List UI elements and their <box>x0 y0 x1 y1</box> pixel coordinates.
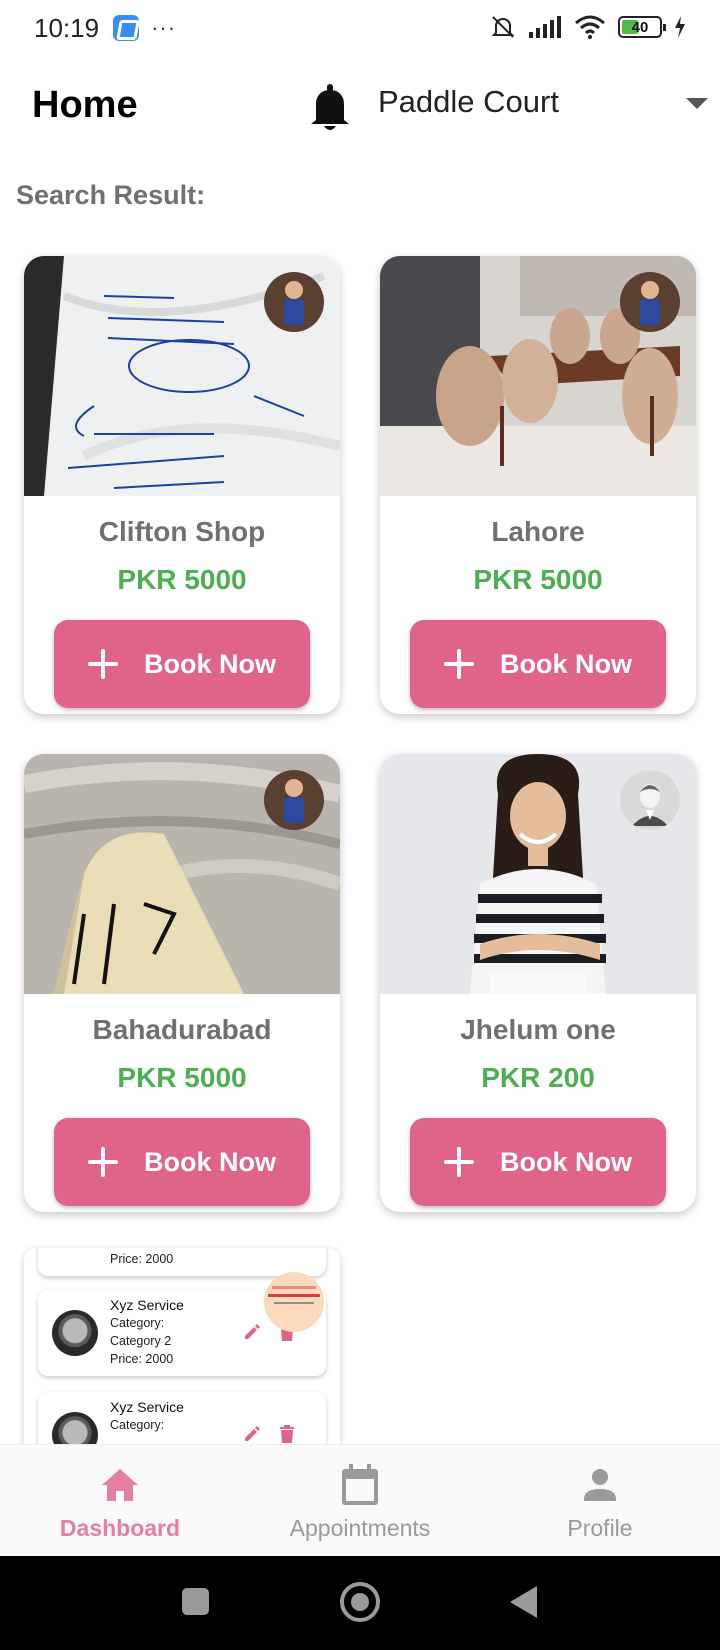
location-dropdown-value: Paddle Court <box>378 84 559 119</box>
service-thumbnail <box>52 1310 98 1356</box>
app-header: Home Paddle Court <box>0 70 720 140</box>
back-icon[interactable] <box>510 1586 537 1618</box>
owner-avatar <box>264 272 324 332</box>
muted-bell-icon <box>491 16 515 38</box>
service-thumbnail <box>52 1412 98 1444</box>
bell-icon[interactable] <box>308 82 352 132</box>
nav-item-appointments[interactable]: Appointments <box>240 1445 480 1557</box>
battery-icon: 40 <box>618 16 666 38</box>
venue-name: Bahadurabad <box>92 1014 272 1045</box>
nav-label: Profile <box>567 1515 633 1541</box>
service-category: Category 2 <box>110 1334 172 1348</box>
venue-name: Lahore <box>491 516 585 547</box>
plus-icon <box>88 1147 118 1177</box>
venue-card[interactable]: Lahore PKR 5000 Book Now <box>380 256 696 714</box>
edit-icon[interactable] <box>242 1322 262 1342</box>
service-title: Xyz Service <box>110 1297 184 1313</box>
venue-card[interactable]: Jhelum one PKR 200 Book Now <box>380 754 696 1212</box>
venue-price: PKR 5000 <box>117 564 247 595</box>
service-title: Xyz Service <box>110 1399 184 1415</box>
nav-item-dashboard[interactable]: Dashboard <box>0 1445 240 1557</box>
service-price: Price: 2000 <box>110 1252 174 1266</box>
search-result-label: Search Result: <box>16 180 206 210</box>
status-indicators: 40 <box>490 14 686 40</box>
venue-name: Jhelum one <box>460 1014 616 1045</box>
status-time: 10:19 <box>34 12 100 43</box>
owner-avatar <box>264 770 324 830</box>
book-now-button[interactable]: Book Now <box>54 1118 310 1206</box>
recent-apps-icon[interactable] <box>182 1588 209 1615</box>
plus-icon <box>444 649 474 679</box>
venue-price: PKR 200 <box>481 1062 595 1093</box>
nav-label: Dashboard <box>59 1515 181 1541</box>
venue-image-whiteboard <box>24 256 340 496</box>
venue-price: PKR 5000 <box>473 564 603 595</box>
home-button-icon[interactable] <box>340 1582 380 1622</box>
person-icon <box>584 1469 616 1501</box>
charging-icon <box>675 16 685 38</box>
venue-card[interactable]: Clifton Shop PKR 5000 Book Now <box>24 256 340 714</box>
app-notification-icon <box>113 15 140 41</box>
venue-name: Clifton Shop <box>98 516 266 547</box>
chevron-down-icon <box>686 98 708 109</box>
owner-avatar <box>264 1272 324 1332</box>
plus-icon <box>88 649 118 679</box>
service-item[interactable]: Xyz Service Category: <box>38 1392 326 1444</box>
edit-icon[interactable] <box>242 1424 262 1444</box>
plus-icon <box>444 1147 474 1177</box>
venue-card[interactable]: Bahadurabad PKR 5000 Book Now <box>24 754 340 1212</box>
owner-avatar <box>620 770 680 830</box>
book-now-label: Book Now <box>144 1146 276 1177</box>
service-item[interactable]: Price: 2000 <box>38 1248 326 1276</box>
status-bar: 10:19 ··· 40 <box>0 0 720 56</box>
service-price: Price: 2000 <box>110 1352 174 1366</box>
book-now-button[interactable]: Book Now <box>54 620 310 708</box>
bottom-navigation: Dashboard Appointments Profile <box>0 1444 720 1556</box>
page-title: Home <box>32 84 138 126</box>
venue-image-paper-note <box>24 754 340 994</box>
venue-image-portrait <box>380 754 696 994</box>
service-category-label: Category: <box>110 1418 165 1432</box>
home-icon <box>102 1469 138 1501</box>
wifi-icon <box>575 15 605 39</box>
book-now-button[interactable]: Book Now <box>410 620 666 708</box>
service-category-label: Category: <box>110 1316 165 1330</box>
venue-price: PKR 5000 <box>117 1062 247 1093</box>
nav-label: Appointments <box>289 1515 431 1541</box>
signal-icon <box>529 16 561 38</box>
nav-item-profile[interactable]: Profile <box>480 1445 720 1557</box>
more-notifications-icon: ··· <box>151 15 177 40</box>
book-now-label: Book Now <box>144 648 276 679</box>
location-dropdown[interactable]: Paddle Court <box>378 84 708 124</box>
owner-avatar <box>620 272 680 332</box>
book-now-label: Book Now <box>500 648 632 679</box>
book-now-label: Book Now <box>500 1146 632 1177</box>
venue-image-dining-room <box>380 256 696 496</box>
system-navigation-bar <box>0 1556 720 1650</box>
calendar-icon <box>342 1464 378 1505</box>
book-now-button[interactable]: Book Now <box>410 1118 666 1206</box>
delete-icon[interactable] <box>278 1424 296 1444</box>
